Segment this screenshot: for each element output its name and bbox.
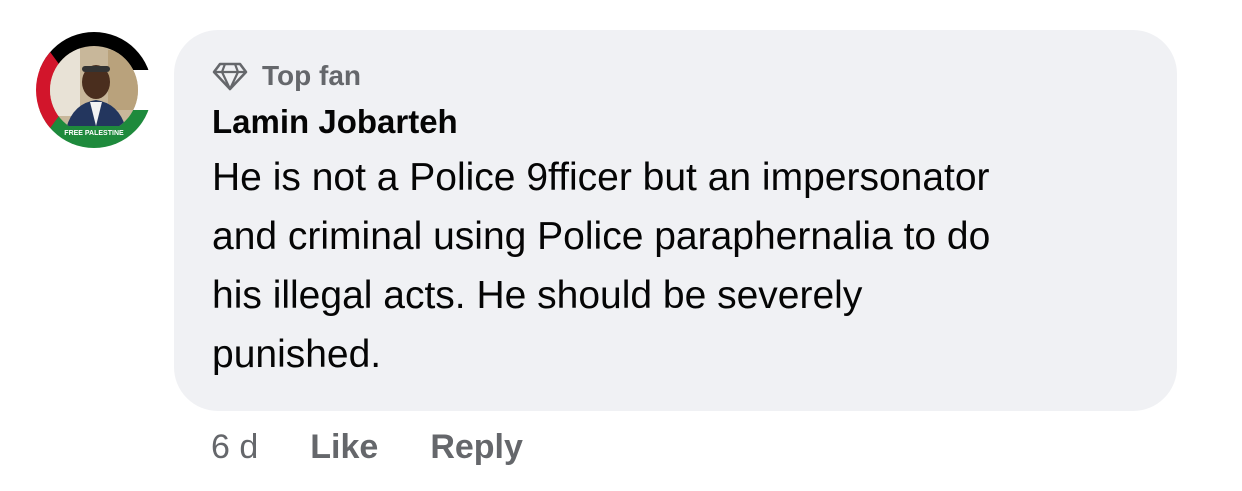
avatar[interactable]: FREE PALESTINE xyxy=(34,30,154,150)
comment-text: He is not a Police 9fficer but an impers… xyxy=(212,156,991,376)
avatar-frame-text: FREE PALESTINE xyxy=(64,130,124,137)
diamond-icon xyxy=(212,61,248,91)
reply-button[interactable]: Reply xyxy=(430,428,523,467)
comment-actions: 6 d Like Reply xyxy=(211,428,523,467)
comment: FREE PALESTINE Top fan Lamin Jobarteh He… xyxy=(0,0,1242,491)
comment-bubble: Top fan Lamin Jobarteh He is not a Polic… xyxy=(174,30,1177,411)
badge-label: Top fan xyxy=(262,60,362,91)
avatar-image: FREE PALESTINE xyxy=(36,32,152,148)
comment-author[interactable]: Lamin Jobarteh xyxy=(212,102,1141,142)
top-fan-badge: Top fan xyxy=(212,58,1141,94)
comment-timestamp[interactable]: 6 d xyxy=(211,428,258,467)
like-button[interactable]: Like xyxy=(310,428,378,467)
